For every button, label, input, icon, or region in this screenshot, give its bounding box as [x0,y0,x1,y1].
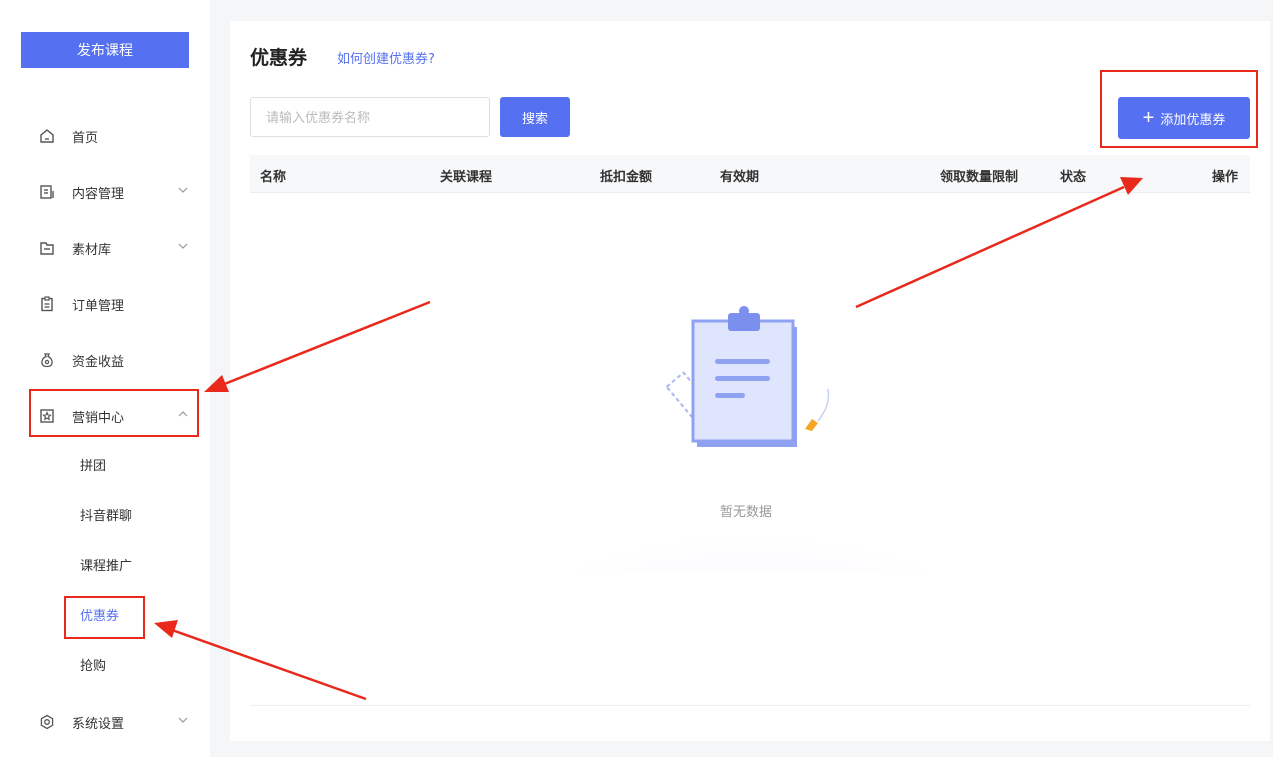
sidebar-subitem-douyin-group[interactable]: 抖音群聊 [80,506,132,528]
sidebar-item-settings[interactable]: 系统设置 [0,701,210,741]
star-badge-icon [40,409,54,423]
sidebar-subitem-coupon[interactable]: 优惠券 [80,606,119,628]
search-button[interactable]: 搜索 [500,97,570,137]
empty-state-illustration [500,306,1000,571]
sidebar-item-label: 资金收益 [72,355,125,370]
main-panel: 优惠券 如何创建优惠券? 搜索 + 添加优惠券 名称 关联课程 抵扣金额 有效期… [230,21,1270,741]
table-header: 名称 关联课程 抵扣金额 有效期 领取数量限制 状态 操作 [250,155,1250,193]
column-header-validity: 有效期 [720,170,760,185]
sidebar-item-label: 素材库 [72,243,112,258]
money-bag-icon [41,353,53,368]
sidebar-item-content[interactable]: 内容管理 [0,171,210,211]
column-header-course: 关联课程 [440,170,493,185]
sidebar-item-label: 系统设置 [72,717,125,732]
sidebar-item-label: 订单管理 [72,299,125,314]
chevron-down-icon [178,187,188,193]
how-to-create-coupon-link[interactable]: 如何创建优惠券? [337,48,435,67]
sidebar-subitem-flash-sale[interactable]: 抢购 [80,656,106,678]
sidebar-item-label: 营销中心 [72,411,125,426]
chevron-down-icon [178,243,188,249]
column-header-claim-limit: 领取数量限制 [940,170,1019,185]
sidebar-item-orders[interactable]: 订单管理 [0,283,210,323]
sidebar-item-label: 首页 [72,131,99,146]
chevron-up-icon [178,411,188,417]
column-header-name: 名称 [260,170,287,185]
publish-course-button[interactable]: 发布课程 [21,32,189,68]
column-header-status: 状态 [1060,170,1087,185]
chevron-down-icon [178,717,188,723]
plus-icon: + [1142,107,1155,129]
add-coupon-button[interactable]: + 添加优惠券 [1118,97,1250,139]
sidebar-item-materials[interactable]: 素材库 [0,227,210,267]
add-coupon-label: 添加优惠券 [1160,111,1226,127]
sidebar-item-label: 内容管理 [72,187,125,202]
table-bottom-divider [250,705,1250,706]
sidebar-item-home[interactable]: 首页 [0,115,210,155]
sidebar-item-marketing[interactable]: 营销中心 [0,395,210,435]
column-header-amount: 抵扣金额 [600,170,653,185]
sidebar-subitem-group-buy[interactable]: 拼团 [80,456,106,478]
sidebar-item-revenue[interactable]: 资金收益 [0,339,210,379]
clipboard-icon [41,296,53,312]
sidebar: 发布课程 首页 内容管理 素材库 订单管理 资金收益 营销中心 拼团 抖音群聊 … [0,0,210,757]
sidebar-subitem-course-promotion[interactable]: 课程推广 [80,556,132,578]
gear-icon [40,714,54,730]
column-header-actions: 操作 [1212,170,1239,185]
page-title: 优惠券 [250,47,308,69]
home-icon [40,129,54,143]
content-icon [40,185,54,199]
coupon-search-input[interactable] [250,97,490,137]
folder-icon [40,242,54,255]
empty-state-text: 暂无数据 [720,505,773,520]
